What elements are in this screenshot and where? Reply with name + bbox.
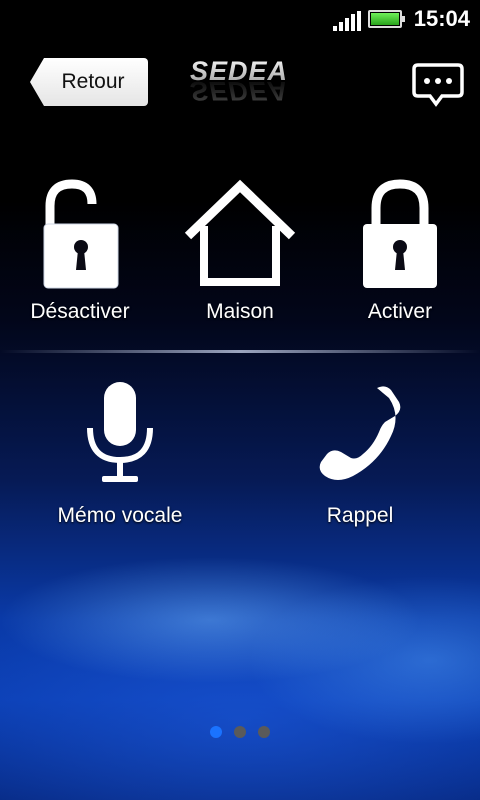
status-time: 15:04	[413, 6, 470, 31]
voice-memo-label: Mémo vocale	[57, 504, 183, 527]
back-button[interactable]: Retour	[30, 58, 148, 106]
deactivate-label: Désactiver	[30, 300, 130, 323]
callback-label: Rappel	[326, 504, 394, 527]
page-indicator	[0, 726, 480, 740]
status-bar: 15:04	[0, 0, 480, 38]
phone-icon	[319, 386, 401, 480]
activate-label: Activer	[367, 300, 433, 323]
section-divider	[0, 350, 480, 353]
page-dot-1[interactable]	[210, 726, 222, 738]
svg-text:SEDEA: SEDEA	[190, 76, 288, 106]
unlocked-padlock-icon	[43, 179, 119, 289]
house-icon	[184, 179, 296, 286]
battery-icon	[368, 10, 405, 28]
signal-bars-icon	[333, 11, 361, 31]
activate-button[interactable]: Activer	[340, 178, 460, 324]
voice-memo-button[interactable]: Mémo vocale	[40, 380, 200, 528]
callback-button[interactable]: Rappel	[280, 380, 440, 528]
home-label: Maison	[206, 300, 274, 323]
home-button[interactable]: Maison	[180, 178, 300, 324]
microphone-icon	[87, 382, 153, 482]
locked-padlock-icon	[363, 179, 437, 288]
deactivate-button[interactable]: Désactiver	[20, 178, 140, 324]
sedea-logo: SEDEA SEDEA	[190, 56, 288, 106]
page-dot-3[interactable]	[258, 726, 270, 738]
chat-bubble-icon[interactable]	[412, 62, 464, 108]
page-dot-2[interactable]	[234, 726, 246, 738]
app-screen: 15:04 Retour SEDEA SEDEA Désactiver Mais…	[0, 0, 480, 800]
